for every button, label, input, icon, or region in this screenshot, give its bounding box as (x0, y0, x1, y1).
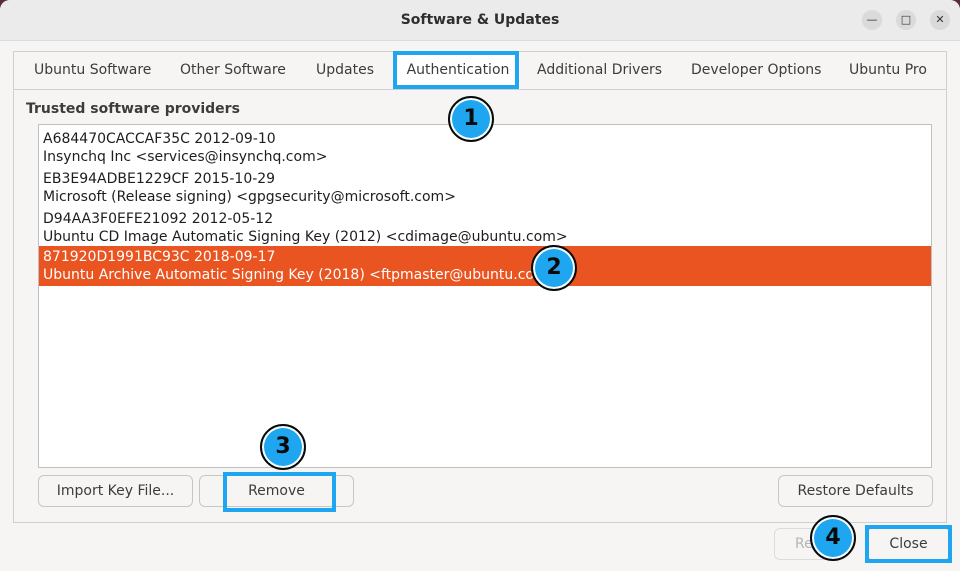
key-list[interactable]: A684470CACCAF35C 2012-09-10 Insynchq Inc… (38, 124, 932, 468)
restore-defaults-button[interactable]: Restore Defaults (778, 475, 933, 507)
maximize-icon[interactable]: □ (896, 10, 916, 30)
callout-badge-3: 3 (260, 424, 306, 470)
tab-ubuntu-pro[interactable]: Ubuntu Pro (849, 52, 927, 89)
callout-badge-2: 2 (531, 245, 577, 291)
window-title: Software & Updates (400, 12, 560, 28)
key-id-date: 871920D1991BC93C 2018-09-17 (43, 249, 276, 265)
callout-badge-4: 4 (810, 515, 856, 561)
tab-other-software[interactable]: Other Software (180, 52, 286, 89)
callout-highlight-authentication-tab (393, 51, 519, 89)
tab-ubuntu-software[interactable]: Ubuntu Software (34, 52, 151, 89)
close-window-icon[interactable]: ✕ (930, 10, 950, 30)
key-owner: Ubuntu Archive Automatic Signing Key (20… (43, 267, 560, 283)
key-list-item[interactable]: D94AA3F0EFE21092 2012-05-12 Ubuntu CD Im… (39, 208, 931, 248)
key-id-date: A684470CACCAF35C 2012-09-10 (43, 131, 276, 147)
callout-badge-1: 1 (448, 96, 494, 142)
key-owner: Ubuntu CD Image Automatic Signing Key (2… (43, 229, 568, 245)
key-owner: Insynchq Inc <services@insynchq.com> (43, 149, 328, 165)
tab-additional-drivers[interactable]: Additional Drivers (537, 52, 662, 89)
section-title: Trusted software providers (26, 101, 240, 117)
title-bar[interactable]: Software & Updates — □ ✕ (0, 0, 960, 41)
key-list-item-selected[interactable]: 871920D1991BC93C 2018-09-17 Ubuntu Archi… (39, 246, 931, 286)
key-id-date: EB3E94ADBE1229CF 2015-10-29 (43, 171, 276, 187)
import-key-file-button[interactable]: Import Key File... (38, 475, 193, 507)
callout-highlight-remove-button (223, 472, 336, 512)
key-id-date: D94AA3F0EFE21092 2012-05-12 (43, 211, 274, 227)
key-owner: Microsoft (Release signing) <gpgsecurity… (43, 189, 456, 205)
key-list-item[interactable]: EB3E94ADBE1229CF 2015-10-29 Microsoft (R… (39, 168, 931, 208)
tab-updates[interactable]: Updates (316, 52, 374, 89)
minimize-icon[interactable]: — (862, 10, 882, 30)
software-updates-window: Software & Updates — □ ✕ Ubuntu Software… (0, 0, 960, 571)
callout-highlight-close-button (865, 525, 952, 563)
tab-developer-options[interactable]: Developer Options (691, 52, 821, 89)
